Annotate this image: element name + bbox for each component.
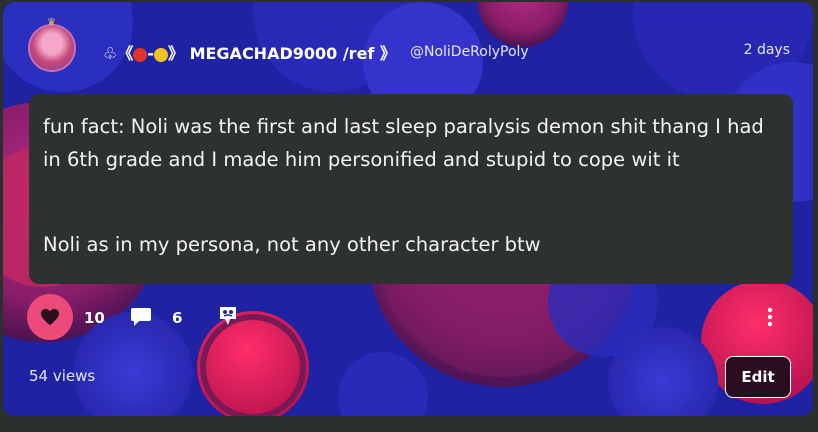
- like-count: 10: [84, 309, 105, 327]
- yellow-dot-icon: [154, 47, 168, 62]
- post-timestamp: 2 days: [743, 42, 790, 58]
- red-dot-icon: [133, 47, 148, 62]
- display-name-prefix: ♧《: [103, 44, 134, 63]
- edit-button[interactable]: Edit: [725, 356, 791, 398]
- post-card: ♛ ♧《 - 》 MEGACHAD9000 /ref 》 @NoliDeRolyPo…: [3, 2, 813, 416]
- comment-count: 6: [172, 309, 183, 327]
- comment-icon[interactable]: [130, 307, 152, 327]
- display-name-suffix: 》 MEGACHAD9000 /ref 》: [168, 44, 396, 63]
- reaction-face-icon[interactable]: [218, 305, 238, 327]
- view-count: 54 views: [29, 367, 96, 385]
- heart-icon: [41, 308, 59, 326]
- like-button[interactable]: [27, 294, 73, 340]
- post-paragraph: fun fact: Noli was the first and last sl…: [43, 115, 764, 171]
- author-row[interactable]: ♧《 - 》 MEGACHAD9000 /ref 》 @NoliDeRolyPoly: [103, 40, 529, 64]
- post-header: ♛ ♧《 - 》 MEGACHAD9000 /ref 》 @NoliDeRolyPo…: [3, 2, 813, 92]
- crown-icon: ♛: [47, 17, 56, 28]
- post-paragraph: Noli as in my persona, not any other cha…: [43, 233, 541, 256]
- user-handle[interactable]: @NoliDeRolyPoly: [410, 44, 529, 60]
- more-options-icon[interactable]: [761, 306, 779, 328]
- display-name-separator: -: [147, 44, 154, 63]
- post-body: fun fact: Noli was the first and last sl…: [29, 94, 793, 284]
- display-name[interactable]: ♧《 - 》 MEGACHAD9000 /ref 》: [103, 40, 396, 64]
- avatar[interactable]: [30, 26, 74, 70]
- action-bar: 10 6: [3, 294, 813, 344]
